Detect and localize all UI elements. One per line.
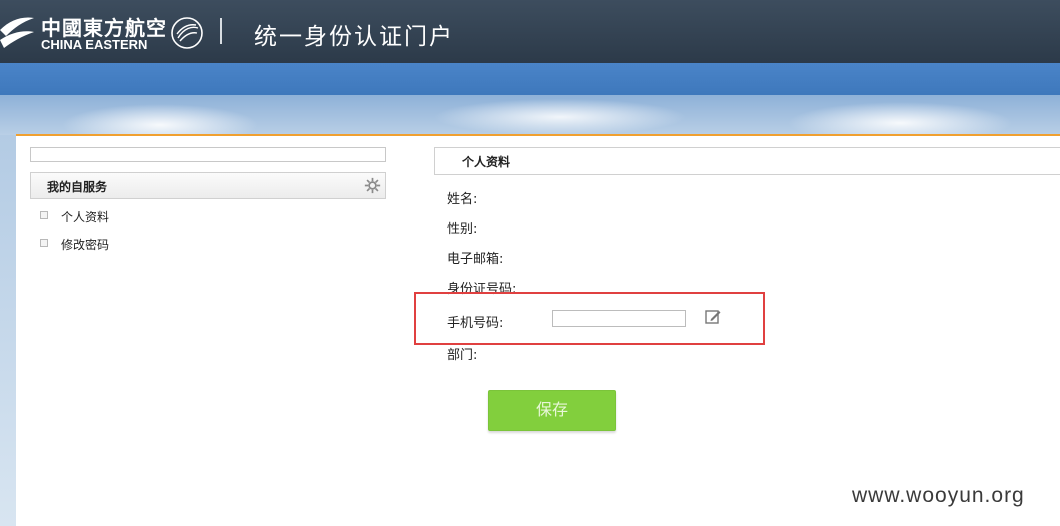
sidebar-section-title: 我的自服务: [47, 180, 108, 194]
nav-band: [0, 63, 1060, 95]
main-content: 我的自服务 个人资料 修改密码 个人资料 姓名: 性别: 电子邮箱: 身份证号码…: [16, 136, 1060, 526]
sidebar-search-bar[interactable]: [30, 147, 386, 162]
header-separator: [220, 18, 222, 44]
name-label: 姓名:: [447, 192, 478, 207]
portal-title: 统一身份认证门户: [254, 24, 454, 50]
watermark-text: www.wooyun.org: [852, 484, 1025, 507]
china-eastern-swallow-logo-icon: [0, 17, 34, 48]
sky-banner: [0, 95, 1060, 135]
bullet-icon: [40, 210, 48, 219]
bullet-icon: [40, 238, 48, 247]
gender-label: 性别:: [447, 222, 478, 237]
sidebar-item-label: 个人资料: [61, 210, 110, 224]
sidebar-item-change-password[interactable]: 修改密码: [40, 236, 109, 253]
top-header: 中國東方航空 CHINA EASTERN 统一身份认证门户: [0, 0, 1060, 63]
side-background: [0, 135, 16, 526]
save-button[interactable]: 保存: [488, 390, 616, 431]
sidebar-item-profile[interactable]: 个人资料: [40, 208, 109, 225]
profile-panel-title: 个人资料: [462, 155, 511, 169]
logo-english-text: CHINA EASTERN: [41, 37, 148, 52]
skyteam-logo-icon: [171, 17, 203, 49]
profile-panel-header: 个人资料: [434, 147, 1060, 175]
sidebar-item-label: 修改密码: [61, 238, 110, 252]
sidebar-section-header: 我的自服务: [30, 172, 386, 199]
gear-icon[interactable]: [364, 177, 381, 194]
department-label: 部门:: [447, 348, 478, 363]
email-label: 电子邮箱:: [447, 252, 504, 267]
phone-highlight-box: [414, 292, 765, 345]
